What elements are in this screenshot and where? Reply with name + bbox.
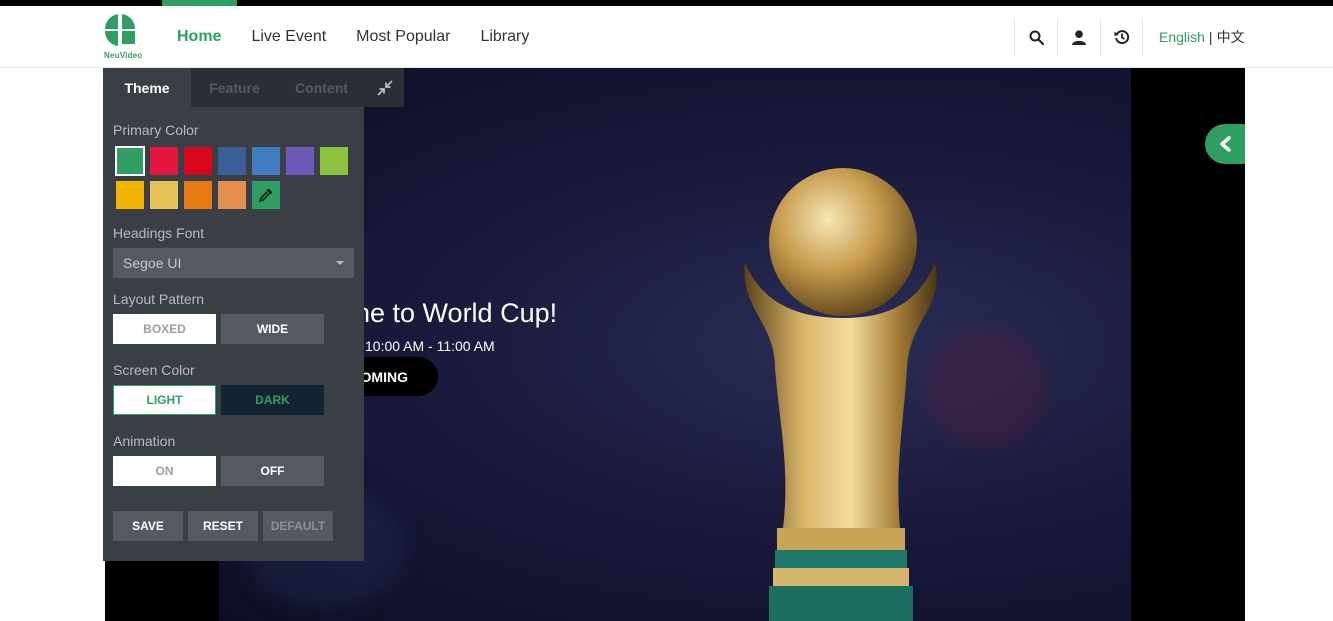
history-icon (1114, 30, 1129, 45)
color-swatch-blue[interactable] (252, 147, 280, 175)
color-swatch-crimson[interactable] (150, 147, 178, 175)
custom-color-picker-button[interactable] (252, 181, 280, 209)
reset-button[interactable]: RESET (188, 511, 258, 541)
layout-pattern-label: Layout Pattern (113, 291, 205, 307)
search-button[interactable] (1014, 18, 1057, 56)
color-swatch-orange[interactable] (184, 181, 212, 209)
search-icon (1029, 30, 1044, 45)
primary-color-label: Primary Color (113, 122, 199, 138)
nav-library[interactable]: Library (480, 28, 529, 46)
color-swatch-peach[interactable] (218, 181, 246, 209)
animation-on-button[interactable]: ON (113, 456, 216, 486)
language-switcher: English | 中文 (1159, 6, 1245, 68)
tab-content[interactable]: Content (278, 68, 365, 107)
layout-boxed-button[interactable]: BOXED (113, 314, 216, 344)
history-button[interactable] (1100, 18, 1143, 56)
caret-down-icon (336, 261, 344, 265)
compress-icon (376, 79, 393, 96)
default-button[interactable]: DEFAULT (263, 511, 333, 541)
theme-panel-toggle-button[interactable] (1205, 124, 1245, 164)
tab-feature[interactable]: Feature (191, 68, 278, 107)
account-button[interactable] (1057, 18, 1100, 56)
header-tools (1014, 6, 1143, 68)
color-swatch-lime[interactable] (320, 147, 348, 175)
chevron-left-icon (1220, 136, 1231, 152)
lang-separator: | (1208, 29, 1213, 45)
tab-theme[interactable]: Theme (103, 68, 191, 107)
logo-mark-icon (105, 14, 135, 46)
collapse-panel-button[interactable] (365, 68, 404, 107)
color-swatch-navy[interactable] (218, 147, 246, 175)
color-swatch-yellow[interactable] (116, 181, 144, 209)
screen-color-label: Screen Color (113, 362, 195, 378)
color-swatch-purple[interactable] (286, 147, 314, 175)
nav-most-popular[interactable]: Most Popular (356, 28, 450, 46)
animation-label: Animation (113, 433, 176, 449)
nav-live-event[interactable]: Live Event (251, 28, 326, 46)
logo[interactable]: NeuVideo (103, 14, 151, 62)
main-nav: Home Live Event Most Popular Library (177, 6, 559, 68)
animation-off-button[interactable]: OFF (221, 456, 324, 486)
nav-home[interactable]: Home (177, 28, 221, 46)
theme-panel: Primary Color Headings Font Segoe UI Lay… (103, 107, 364, 561)
world-cup-trophy-image (744, 168, 937, 621)
hero-time: 10:00 AM - 11:00 AM (365, 338, 495, 354)
hero-title: ne to World Cup! (355, 298, 558, 328)
color-swatch-red[interactable] (184, 147, 212, 175)
layout-wide-button[interactable]: WIDE (221, 314, 324, 344)
screen-dark-button[interactable]: DARK (221, 385, 324, 415)
save-button[interactable]: SAVE (113, 511, 183, 541)
screen-light-button[interactable]: LIGHT (113, 385, 216, 415)
logo-text: NeuVideo (104, 51, 143, 60)
eyedropper-icon (258, 188, 273, 203)
color-swatch-green[interactable] (115, 146, 145, 176)
theme-panel-tabs: Theme Feature Content (103, 68, 404, 107)
site-header: NeuVideo Home Live Event Most Popular Li… (0, 6, 1333, 68)
user-icon (1072, 29, 1086, 45)
headings-font-label: Headings Font (113, 225, 205, 241)
lang-english[interactable]: English (1159, 29, 1205, 45)
headings-font-value: Segoe UI (123, 255, 182, 271)
color-swatch-gold[interactable] (150, 181, 178, 209)
lang-chinese[interactable]: 中文 (1217, 27, 1245, 47)
headings-font-select[interactable]: Segoe UI (113, 248, 354, 278)
